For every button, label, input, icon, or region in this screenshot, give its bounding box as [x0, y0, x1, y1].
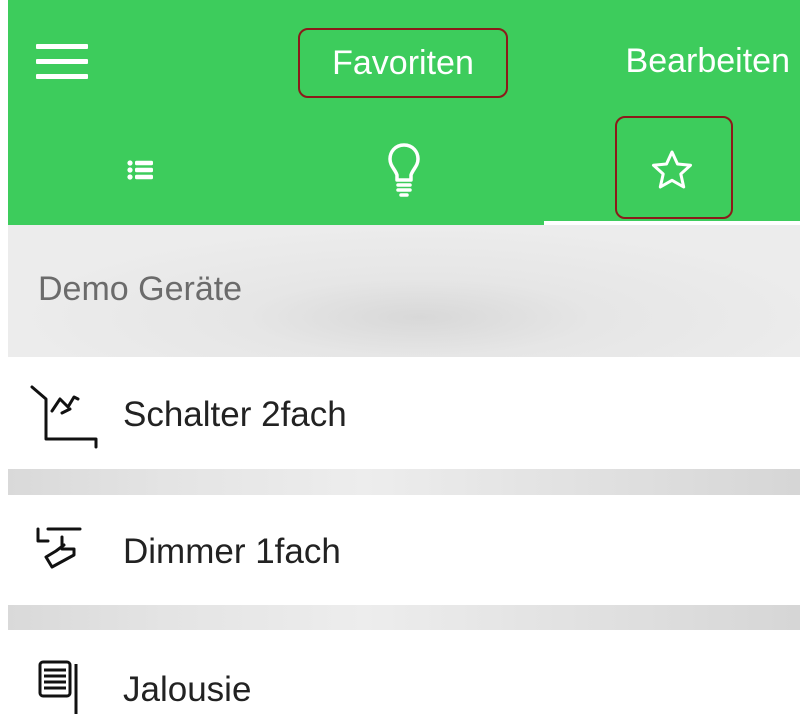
device-row-blind[interactable]: Jalousie: [8, 630, 800, 715]
device-label: Dimmer 1fach: [123, 532, 341, 571]
list-divider: [8, 469, 800, 495]
list-divider: [8, 605, 800, 631]
device-label: Jalousie: [123, 670, 252, 709]
edit-button[interactable]: Bearbeiten: [626, 30, 790, 92]
hamburger-menu-icon[interactable]: [30, 40, 88, 84]
device-row-dimmer[interactable]: Dimmer 1fach: [8, 495, 800, 605]
device-row-switch[interactable]: Schalter 2fach: [8, 357, 800, 469]
page-title: Favoriten: [298, 28, 508, 98]
favorites-highlight-box: [615, 116, 733, 219]
lightbulb-icon: [388, 143, 420, 197]
section-title: Demo Geräte: [38, 270, 243, 308]
blind-icon: [38, 660, 78, 714]
tab-list[interactable]: [8, 115, 272, 225]
device-label: Schalter 2fach: [123, 395, 347, 434]
switch-icon: [30, 385, 98, 449]
tab-lights[interactable]: [272, 115, 536, 225]
app-bar: Favoriten Bearbeiten: [8, 0, 800, 225]
section-header: Demo Geräte: [8, 225, 800, 357]
list-icon: [127, 160, 153, 180]
app-screen: Favoriten Bearbeiten Demo Geräte Schalte…: [8, 0, 800, 715]
dimmer-icon: [36, 527, 82, 569]
